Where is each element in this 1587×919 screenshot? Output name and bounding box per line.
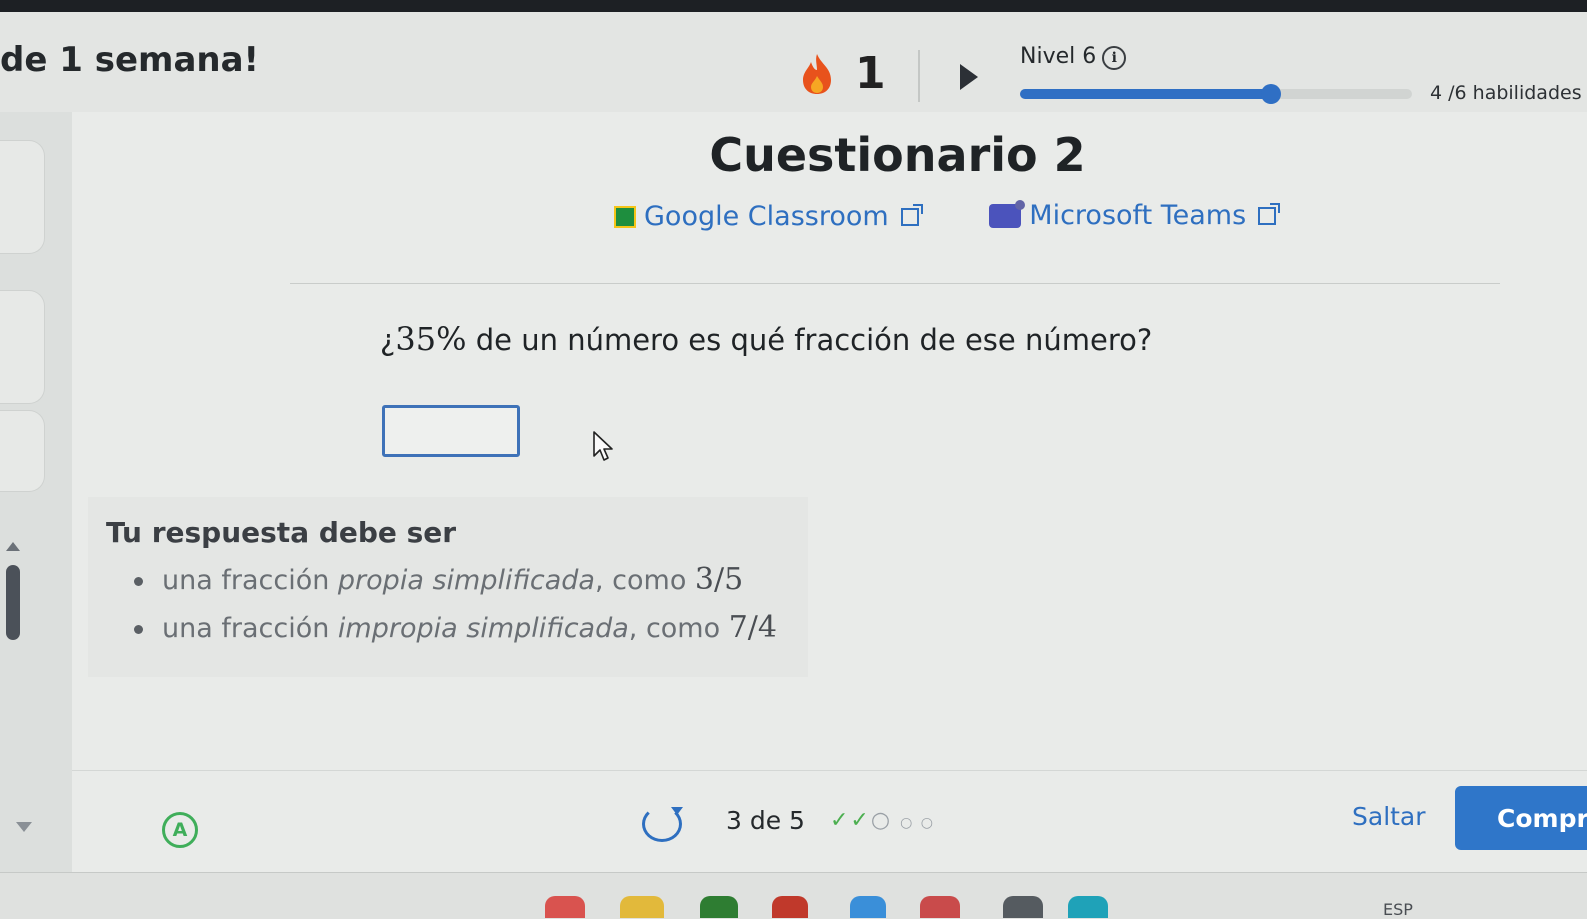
taskbar-app-icon[interactable] [850,896,886,918]
hint-text: , como [628,613,729,644]
skip-button[interactable]: Saltar [1352,802,1426,831]
page-title: Cuestionario 2 [709,128,1086,182]
rail-tab[interactable] [0,410,45,492]
play-icon[interactable] [960,64,978,90]
streak-count: 1 [855,48,886,99]
scrollbar-thumb[interactable] [6,565,20,640]
left-rail [0,112,72,918]
microsoft-teams-link[interactable]: Microsoft Teams [927,199,1281,231]
rail-tab[interactable] [0,290,45,404]
hint-text: una fracción [162,565,338,596]
taskbar-app-icon[interactable] [620,896,664,918]
reload-icon[interactable] [642,806,683,842]
google-classroom-link[interactable]: Google Classroom [614,201,923,232]
taskbar-app-icon[interactable] [545,896,585,918]
scroll-up-icon[interactable] [6,542,20,551]
language-indicator[interactable]: ESP [1383,900,1413,919]
level-progress-fill [1020,89,1271,99]
question-math: 35% [395,320,467,358]
skills-count: 4 /6 habilidades [1430,82,1582,104]
steps-done: ✓✓ [830,808,871,833]
hint-text: , como [594,565,695,596]
top-bezel [0,0,1587,12]
question-prefix: ¿ [380,323,396,357]
progress-steps: ✓✓○ ○ ○ [830,808,935,833]
hint-emphasis: impropia simplificada [337,613,629,644]
mouse-cursor-icon [593,431,613,461]
footer-divider [72,770,1587,771]
info-icon[interactable]: i [1102,46,1127,70]
flame-icon [803,54,831,94]
hint-example: 7/4 [728,610,777,645]
hint-text: una fracción [162,613,338,644]
google-classroom-label: Google Classroom [644,201,889,232]
header-bar: de 1 semana! 1 Nivel 6i 4 /6 habilidades [0,12,1587,113]
external-link-icon [1258,202,1281,225]
level-text: Nivel 6 [1020,44,1097,69]
taskbar-app-icon[interactable] [700,896,738,918]
taskbar-app-icon[interactable] [1003,896,1043,918]
header-divider [918,50,920,102]
step-current: ○ [870,808,893,833]
accessibility-a-button[interactable]: A [162,812,198,848]
hint-item: una fracción propia simplificada, como 3… [130,560,777,608]
google-classroom-icon [614,205,636,228]
section-divider [290,283,1500,284]
hint-title: Tu respuesta debe ser [106,516,457,549]
streak-text: de 1 semana! [0,40,260,80]
scroll-down-icon[interactable] [16,822,32,832]
hint-emphasis: propia simplificada [337,565,595,596]
taskbar-app-icon[interactable] [772,896,808,918]
share-links: Google Classroom Microsoft Teams [614,199,1281,235]
answer-input[interactable] [382,405,520,457]
hint-list: una fracción propia simplificada, como 3… [130,560,777,656]
steps-remaining: ○ ○ [900,815,935,831]
check-button[interactable]: Comprobar [1455,786,1587,850]
microsoft-teams-label: Microsoft Teams [1029,200,1247,231]
hint-example: 3/5 [694,562,744,597]
microsoft-teams-icon [989,199,1026,228]
external-link-icon [900,203,923,226]
taskbar-app-icon[interactable] [1068,896,1108,918]
question-counter: 3 de 5 [726,806,805,835]
level-label: Nivel 6i [1020,44,1127,70]
taskbar-app-icon[interactable] [920,896,960,918]
level-progress-bar [1020,84,1412,104]
question-text: ¿35% de un número es qué fracción de ese… [380,320,1152,358]
hint-item: una fracción impropia simplificada, como… [130,608,777,656]
level-progress-knob [1260,84,1281,104]
question-rest: de un número es qué fracción de ese núme… [466,323,1153,357]
